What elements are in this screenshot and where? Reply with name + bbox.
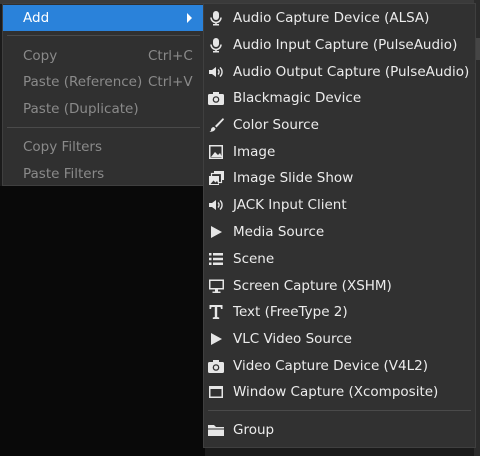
microphone-icon [207, 9, 225, 27]
menu-separator [7, 35, 200, 36]
submenu-item-image-slide-show[interactable]: Image Slide Show [204, 165, 475, 191]
submenu-item-scene[interactable]: Scene [204, 246, 475, 272]
menu-item-copy[interactable]: Copy Ctrl+C [3, 43, 204, 69]
submenu-item-label: Color Source [233, 117, 319, 133]
submenu-item-label: Audio Input Capture (PulseAudio) [233, 37, 458, 53]
speaker-icon [207, 63, 225, 81]
window-icon [207, 383, 225, 401]
menu-item-add[interactable]: Add [3, 5, 204, 31]
submenu-item-text-freetype[interactable]: Text (FreeType 2) [204, 299, 475, 325]
camera-icon [207, 89, 225, 107]
image-icon [207, 143, 225, 161]
menu-item-paste-duplicate[interactable]: Paste (Duplicate) [3, 96, 204, 122]
submenu-item-video-capture-v4l2[interactable]: Video Capture Device (V4L2) [204, 353, 475, 379]
submenu-item-label: Video Capture Device (V4L2) [233, 358, 429, 374]
submenu-item-audio-input-pulse[interactable]: Audio Input Capture (PulseAudio) [204, 32, 475, 58]
submenu-item-label: Image Slide Show [233, 170, 354, 186]
submenu-item-label: Image [233, 144, 276, 160]
submenu-item-label: VLC Video Source [233, 331, 352, 347]
menu-item-shortcut: Ctrl+V [148, 74, 193, 90]
microphone-icon [207, 36, 225, 54]
submenu-item-label: Media Source [233, 224, 325, 240]
menu-item-paste-filters[interactable]: Paste Filters [3, 161, 204, 187]
menu-item-shortcut: Ctrl+C [148, 48, 193, 64]
background-preview-area [0, 186, 205, 456]
submenu-arrow-icon [187, 13, 192, 23]
folder-icon [207, 421, 225, 439]
menu-item-label: Paste Filters [23, 166, 105, 182]
submenu-item-label: Audio Capture Device (ALSA) [233, 10, 430, 26]
menu-item-paste-reference[interactable]: Paste (Reference) Ctrl+V [3, 69, 204, 95]
menu-item-copy-filters[interactable]: Copy Filters [3, 134, 204, 160]
submenu-item-audio-output-pulse[interactable]: Audio Output Capture (PulseAudio) [204, 59, 475, 85]
play-icon [207, 223, 225, 241]
menu-separator [208, 410, 471, 411]
submenu-item-vlc-video[interactable]: VLC Video Source [204, 326, 475, 352]
submenu-item-media-source[interactable]: Media Source [204, 219, 475, 245]
menu-item-label: Copy Filters [23, 139, 103, 155]
menu-item-label: Paste (Reference) [23, 74, 143, 90]
menu-separator [7, 127, 200, 128]
slideshow-icon [207, 169, 225, 187]
submenu-item-label: JACK Input Client [233, 197, 347, 213]
camera-icon [207, 357, 225, 375]
submenu-item-label: Blackmagic Device [233, 90, 362, 106]
submenu-item-color-source[interactable]: Color Source [204, 112, 475, 138]
submenu-item-label: Window Capture (Xcomposite) [233, 384, 439, 400]
submenu-item-window-capture[interactable]: Window Capture (Xcomposite) [204, 379, 475, 405]
submenu-item-blackmagic[interactable]: Blackmagic Device [204, 85, 475, 111]
menu-item-label: Add [23, 10, 50, 26]
submenu-item-label: Scene [233, 251, 275, 267]
submenu-item-label: Screen Capture (XSHM) [233, 278, 392, 294]
submenu-item-label: Audio Output Capture (PulseAudio) [233, 64, 470, 80]
paintbrush-icon [207, 116, 225, 134]
submenu-item-screen-capture[interactable]: Screen Capture (XSHM) [204, 273, 475, 299]
list-icon [207, 250, 225, 268]
speaker-icon [207, 196, 225, 214]
monitor-icon [207, 277, 225, 295]
text-icon [207, 303, 225, 321]
context-menu: Add Copy Ctrl+C Paste (Reference) Ctrl+V… [2, 3, 205, 186]
submenu-item-image[interactable]: Image [204, 139, 475, 165]
submenu-item-jack-input[interactable]: JACK Input Client [204, 192, 475, 218]
menu-item-label: Copy [23, 48, 58, 64]
add-submenu: Audio Capture Device (ALSA) Audio Input … [203, 3, 476, 448]
submenu-item-audio-capture-alsa[interactable]: Audio Capture Device (ALSA) [204, 5, 475, 31]
submenu-item-label: Group [233, 422, 275, 438]
submenu-item-group[interactable]: Group [204, 417, 475, 443]
submenu-item-label: Text (FreeType 2) [233, 304, 348, 320]
play-icon [207, 330, 225, 348]
menu-item-label: Paste (Duplicate) [23, 101, 139, 117]
